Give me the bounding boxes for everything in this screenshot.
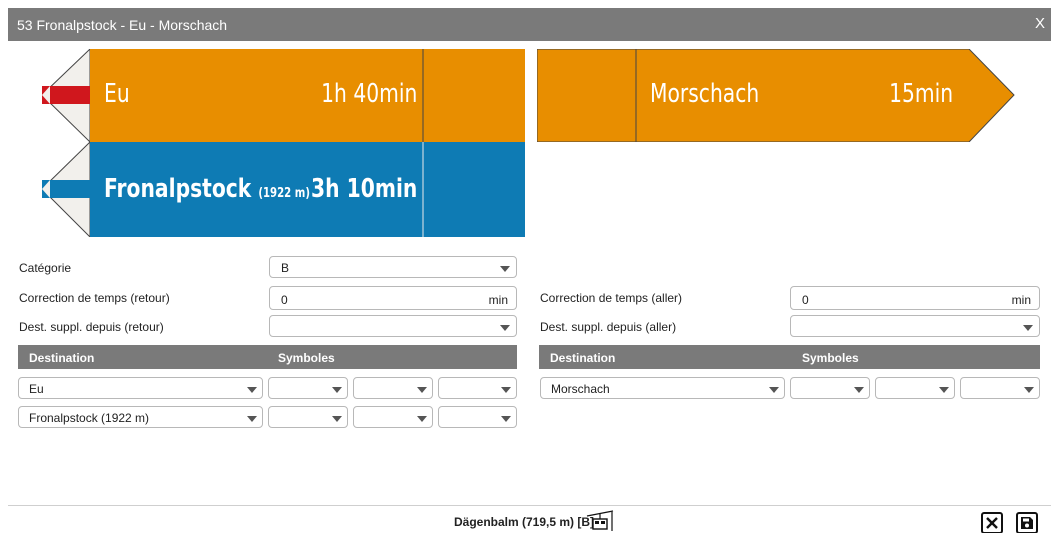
dest-back-select[interactable] (269, 315, 517, 337)
sign-back-bottom-altitude: (1922 m) (258, 186, 310, 201)
fwd-symbol-select-1c[interactable] (960, 377, 1040, 399)
chevron-down-icon (332, 387, 342, 393)
fwd-destination-header: Destination (550, 351, 616, 365)
chevron-down-icon (501, 416, 511, 422)
footer: Dägenbalm (719,5 m) [B] (8, 505, 1051, 533)
chevron-down-icon (500, 325, 510, 331)
sign-back-top: Eu 1h 40min (42, 49, 525, 142)
fwd-symbols-header: Symboles (802, 351, 859, 365)
sign-back-bottom-name: Fronalpstock (104, 174, 252, 204)
correction-back-unit: min (488, 293, 508, 307)
correction-fwd-label: Correction de temps (aller) (540, 291, 683, 305)
save-icon (1021, 517, 1033, 529)
back-symbol-select-2a[interactable] (268, 406, 348, 428)
fwd-symbol-select-1a[interactable] (790, 377, 870, 399)
location-info: Dägenbalm (719,5 m) [B] (454, 515, 595, 529)
cancel-button[interactable] (981, 512, 1003, 533)
window-titlebar: 53 Fronalpstock - Eu - Morschach X (8, 8, 1051, 41)
sign-back-top-time: 1h 40min (320, 79, 417, 109)
back-symbol-select-1c[interactable] (438, 377, 517, 399)
back-symbol-select-1a[interactable] (268, 377, 348, 399)
category-value: B (281, 261, 290, 275)
forward-table-header: Destination Symboles (539, 345, 1040, 369)
chevron-down-icon (939, 387, 949, 393)
window-title: 53 Fronalpstock - Eu - Morschach (17, 17, 228, 33)
correction-fwd-input[interactable]: 0 min (790, 286, 1040, 310)
chevron-down-icon (417, 416, 427, 422)
back-symbol-select-2c[interactable] (438, 406, 517, 428)
chevron-down-icon (769, 387, 779, 393)
fwd-destination-select-1[interactable]: Morschach (540, 377, 785, 399)
back-destination-value-1: Eu (29, 382, 44, 396)
sign-forward: Morschach 15min (537, 49, 1015, 142)
close-box-icon (986, 517, 998, 529)
correction-fwd-value: 0 (802, 293, 809, 307)
back-destination-select-2[interactable]: Fronalpstock (1922 m) (18, 406, 263, 428)
chevron-down-icon (247, 416, 257, 422)
sign-forward-time: 15min (888, 79, 953, 109)
back-symbol-select-2b[interactable] (353, 406, 433, 428)
chevron-down-icon (332, 416, 342, 422)
sign-back-top-destination: Eu (104, 79, 130, 109)
gondola-icon (586, 510, 614, 531)
chevron-down-icon (500, 266, 510, 272)
close-button[interactable]: X (1035, 15, 1045, 32)
dest-back-label: Dest. suppl. depuis (retour) (19, 320, 164, 334)
chevron-down-icon (417, 387, 427, 393)
chevron-down-icon (1023, 325, 1033, 331)
fwd-symbol-select-1b[interactable] (875, 377, 955, 399)
chevron-down-icon (501, 387, 511, 393)
sign-forward-destination: Morschach (650, 79, 760, 109)
chevron-down-icon (1024, 387, 1034, 393)
correction-back-input[interactable]: 0 min (269, 286, 517, 310)
save-button[interactable] (1016, 512, 1038, 533)
correction-fwd-unit: min (1011, 293, 1031, 307)
sign-back-bottom: Fronalpstock (1922 m) 3h 10min (42, 142, 525, 237)
dest-fwd-label: Dest. suppl. depuis (aller) (540, 320, 677, 334)
dest-fwd-select[interactable] (790, 315, 1040, 337)
category-select[interactable]: B (269, 256, 517, 278)
correction-back-label: Correction de temps (retour) (19, 291, 170, 305)
chevron-down-icon (854, 387, 864, 393)
back-symbols-header: Symboles (278, 351, 335, 365)
back-destination-value-2: Fronalpstock (1922 m) (29, 411, 150, 425)
chevron-down-icon (247, 387, 257, 393)
sign-back-bottom-destination: Fronalpstock (1922 m) (104, 174, 310, 204)
fwd-destination-value-1: Morschach (551, 382, 610, 396)
correction-back-value: 0 (281, 293, 288, 307)
back-symbol-select-1b[interactable] (353, 377, 433, 399)
back-destination-select-1[interactable]: Eu (18, 377, 263, 399)
back-destination-header: Destination (29, 351, 95, 365)
sign-back-bottom-time: 3h 10min (310, 174, 417, 204)
back-table-header: Destination Symboles (18, 345, 517, 369)
category-label: Catégorie (19, 261, 72, 275)
